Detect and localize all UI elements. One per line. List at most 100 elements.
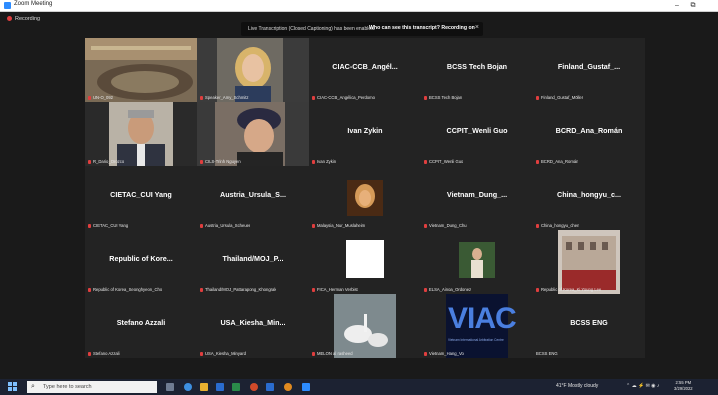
mic-muted-icon [88, 96, 91, 100]
participant-name: FICA_Herman Verbist [317, 287, 358, 292]
participant-tile[interactable]: Finland_Gustaf_... Finland_Gustaf_Möller [533, 38, 645, 102]
search-icon: ⌕ [31, 383, 35, 390]
mic-muted-icon [312, 288, 315, 292]
mic-muted-icon [424, 352, 427, 356]
participant-name: CIETAC_CUI Yang [93, 223, 129, 228]
participant-tile[interactable]: UN-O_092 [85, 38, 197, 102]
participant-tile[interactable]: CCPIT_Wenli Guo CCPIT_Wenli Guo [421, 102, 533, 166]
mic-muted-icon [312, 160, 315, 164]
participant-name: CILS-Trinh Nguyen [205, 159, 241, 164]
mic-muted-icon [536, 288, 539, 292]
participant-name: Vietnam_Hang_Vo [429, 351, 464, 356]
minimize-button[interactable]: – [669, 0, 685, 11]
participant-tile[interactable]: Ivan Zykin Ivan Zykin [309, 102, 421, 166]
windows-start-button[interactable] [8, 382, 18, 392]
participant-name: Thailand/MOJ_Pattarapong_Khongrak [205, 287, 277, 292]
record-dot-icon [7, 16, 12, 21]
search-placeholder: Type here to search [43, 384, 92, 390]
participant-tile[interactable]: CILS-Trinh Nguyen [197, 102, 309, 166]
banner-close-button[interactable]: × [475, 24, 479, 31]
mic-muted-icon [312, 224, 315, 228]
participant-tile[interactable]: Vietnam_Dung_... Vietnam_Dung_Chu [421, 166, 533, 230]
file-explorer-icon[interactable] [200, 383, 208, 391]
tray-icons[interactable]: ⌃ ☁ ⚡ ✉ ◉ ♪ [626, 383, 659, 389]
participant-name: Stefano Azzali [93, 351, 120, 356]
participant-display-name: Austria_Ursula_S... [220, 190, 286, 199]
outlook-icon[interactable] [216, 383, 224, 391]
viac-logo-text: VIAC [448, 302, 517, 335]
taskbar-search-box[interactable]: ⌕ Type here to search [27, 381, 157, 393]
participant-name: CCPIT_Wenli Guo [429, 159, 464, 164]
restore-button[interactable]: ⧉ [685, 0, 701, 11]
participant-display-name: CIETAC_CUI Yang [110, 190, 172, 199]
participant-tile[interactable]: China_hongyu_c... China_hongyu_chen [533, 166, 645, 230]
mic-muted-icon [312, 96, 315, 100]
conference-room-photo [85, 38, 197, 102]
participant-tile[interactable]: Malaysia_Nur_Muslaheim [309, 166, 421, 230]
participant-name: Vietnam_Dung_Chu [429, 223, 467, 228]
excel-icon[interactable] [232, 383, 240, 391]
task-view-icon[interactable] [166, 383, 174, 391]
participant-tile[interactable]: CIAC-CCB_Angél... CIAC-CCB_Angélica_Perd… [309, 38, 421, 102]
participant-name: Malaysia_Nur_Muslaheim [317, 223, 366, 228]
mic-muted-icon [200, 288, 203, 292]
participant-photo [85, 102, 197, 166]
participant-name: BCRD_Ana_Román [541, 159, 579, 164]
participant-name: R_Dario_Orozco [93, 159, 125, 164]
participant-name: ELSA_Ainoa_Ordonez [429, 287, 472, 292]
zoom-taskbar-icon[interactable] [302, 383, 310, 391]
mic-muted-icon [88, 224, 91, 228]
participant-name: UN-O_092 [93, 95, 114, 100]
mic-muted-icon [424, 96, 427, 100]
participant-photo [197, 38, 309, 102]
participant-tile[interactable]: Thailand/MOJ_P... Thailand/MOJ_Pattarapo… [197, 230, 309, 294]
participant-display-name: Stefano Azzali [116, 318, 166, 327]
mic-muted-icon [200, 160, 203, 164]
edge-icon[interactable] [184, 383, 192, 391]
transcript-info-link[interactable]: Who can see this transcript? Recording o… [369, 25, 475, 31]
participant-avatar [459, 242, 495, 278]
transcription-banner: Live Transcription (Closed Captioning) h… [241, 22, 483, 36]
participant-name: Finland_Gustaf_Möller [541, 95, 584, 100]
participant-photo [197, 102, 309, 166]
participant-tile[interactable]: Republic of Korea_Ki Young Lee [533, 230, 645, 294]
window-title: Zoom Meeting [14, 1, 53, 7]
participant-tile[interactable]: CIETAC_CUI Yang CIETAC_CUI Yang [85, 166, 197, 230]
participant-tile[interactable]: R_Dario_Orozco [85, 102, 197, 166]
mic-muted-icon [200, 96, 203, 100]
participant-tile[interactable]: ELSA_Ainoa_Ordonez [421, 230, 533, 294]
participant-tile[interactable]: BCSS Tech Bojan BCSS Tech Bojan [421, 38, 533, 102]
participant-tile[interactable]: BCSS ENG BCSS ENG [533, 294, 645, 358]
mic-muted-icon [312, 352, 315, 356]
participant-tile[interactable]: Speaker_Amy_Schmitz [197, 38, 309, 102]
zoom-app-icon [4, 2, 11, 9]
participant-name: China_hongyu_chen [541, 223, 580, 228]
participant-tile[interactable]: BCRD_Ana_Román BCRD_Ana_Román [533, 102, 645, 166]
participant-tile[interactable]: MELON al rasheed [309, 294, 421, 358]
participant-tile[interactable]: USA_Kiesha_Min... USA_Kiesha_Minyard [197, 294, 309, 358]
participant-tile[interactable]: VIAC Vietnam International Arbitration C… [421, 294, 533, 358]
participant-display-name: BCSS Tech Bojan [446, 62, 508, 71]
participant-tile[interactable]: Austria_Ursula_S... Austria_Ursula_Scheu… [197, 166, 309, 230]
clock[interactable]: 2:55 PM 3/29/2022 [674, 380, 693, 392]
browser-icon[interactable] [284, 383, 292, 391]
participant-name: Speaker_Amy_Schmitz [205, 95, 249, 100]
participant-name: Austria_Ursula_Scheuer [205, 223, 251, 228]
recording-indicator[interactable]: Recording [7, 16, 40, 22]
word-icon[interactable] [266, 383, 274, 391]
weather-widget[interactable]: 41°F Mostly cloudy [556, 383, 598, 389]
mic-muted-icon [536, 160, 539, 164]
mic-muted-icon [200, 352, 203, 356]
participant-tile[interactable]: FICA_Herman Verbist [309, 230, 421, 294]
participant-display-name: Ivan Zykin [347, 126, 383, 135]
viac-logo: VIAC Vietnam International Arbitration C… [446, 294, 517, 358]
chrome-icon[interactable] [250, 383, 258, 391]
participant-name: CIAC-CCB_Angélica_Perdomo [317, 95, 375, 100]
mic-muted-icon [88, 352, 91, 356]
participant-display-name: China_hongyu_c... [557, 190, 621, 199]
mic-muted-icon [424, 160, 427, 164]
participant-tile[interactable]: Republic of Kore... Republic of Korea_Se… [85, 230, 197, 294]
mic-muted-icon [88, 288, 91, 292]
participant-tile[interactable]: Stefano Azzali Stefano Azzali [85, 294, 197, 358]
participant-avatar [346, 240, 384, 278]
